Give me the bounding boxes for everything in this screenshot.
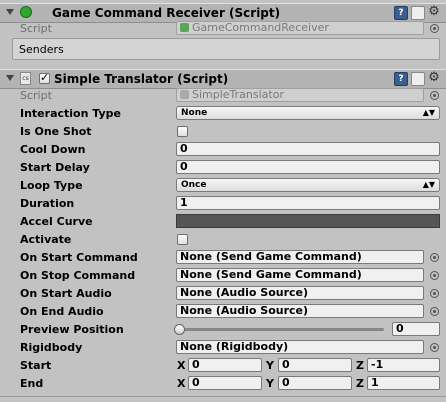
translator-header[interactable]: cs ✓ Simple Translator (Script) ? ⚙ [0, 69, 446, 89]
script-asset-icon [180, 23, 189, 32]
divider [0, 396, 446, 397]
on-end-audio-label: On End Audio [20, 305, 104, 318]
x-axis-label: X [177, 359, 186, 372]
script-field[interactable]: GameCommandReceiver [176, 21, 424, 35]
loop-type-label: Loop Type [20, 179, 83, 192]
presets-icon[interactable] [411, 72, 425, 86]
foldout-arrow-icon[interactable] [6, 75, 14, 81]
loop-type-dropdown[interactable]: Once ▲▼ [176, 178, 440, 192]
on-start-audio-label: On Start Audio [20, 287, 112, 300]
script-value: SimpleTranslator [192, 88, 284, 101]
duration-label: Duration [20, 197, 75, 210]
gear-icon[interactable]: ⚙ [428, 71, 440, 84]
presets-icon[interactable] [411, 6, 425, 20]
script-value: GameCommandReceiver [192, 21, 329, 34]
start-label: Start [20, 359, 52, 372]
preview-position-field[interactable]: 0 [392, 322, 440, 336]
object-picker-icon[interactable] [430, 91, 439, 100]
start-y-field[interactable]: 0 [278, 358, 352, 372]
help-icon[interactable]: ? [394, 6, 408, 20]
receiver-title: Game Command Receiver (Script) [52, 6, 281, 20]
interaction-type-value: None [181, 108, 208, 118]
receiver-header[interactable]: Game Command Receiver (Script) ? ⚙ [0, 3, 446, 23]
on-stop-command-field[interactable]: None (Send Game Command) [176, 268, 424, 282]
is-one-shot-label: Is One Shot [20, 125, 92, 138]
z-axis-label: Z [356, 359, 364, 372]
slider-thumb[interactable] [174, 324, 185, 335]
start-z-field[interactable]: -1 [367, 358, 440, 372]
translator-title: Simple Translator (Script) [54, 72, 229, 86]
component-enabled-icon[interactable] [20, 6, 32, 18]
object-picker-icon[interactable] [430, 253, 439, 262]
object-picker-icon[interactable] [430, 24, 439, 33]
accel-curve-label: Accel Curve [20, 215, 93, 228]
script-field[interactable]: SimpleTranslator [176, 88, 424, 102]
script-label: Script [20, 89, 52, 102]
y-axis-label: Y [266, 359, 274, 372]
script-label: Script [20, 22, 52, 35]
help-icon[interactable]: ? [394, 72, 408, 86]
on-start-command-field[interactable]: None (Send Game Command) [176, 250, 424, 264]
activate-checkbox[interactable] [177, 234, 188, 245]
dropdown-arrow-icon: ▲▼ [422, 180, 435, 189]
cool-down-field[interactable]: 0 [176, 142, 440, 156]
x-axis-label: X [177, 377, 186, 390]
start-delay-field[interactable]: 0 [176, 160, 440, 174]
object-picker-icon[interactable] [430, 343, 439, 352]
duration-field[interactable]: 1 [176, 196, 440, 210]
script-file-icon: cs [20, 72, 31, 85]
dropdown-arrow-icon: ▲▼ [422, 108, 435, 117]
loop-type-value: Once [181, 180, 207, 190]
object-picker-icon[interactable] [430, 307, 439, 316]
preview-position-slider[interactable] [180, 328, 384, 331]
y-axis-label: Y [266, 377, 274, 390]
rigidbody-label: Rigidbody [20, 341, 83, 354]
start-delay-label: Start Delay [20, 161, 90, 174]
end-z-field[interactable]: 1 [367, 376, 440, 390]
on-end-audio-field[interactable]: None (Audio Source) [176, 304, 424, 318]
gear-icon[interactable]: ⚙ [428, 5, 440, 18]
foldout-arrow-icon[interactable] [6, 9, 14, 15]
object-picker-icon[interactable] [430, 271, 439, 280]
checkmark-icon: ✓ [40, 71, 50, 84]
end-y-field[interactable]: 0 [278, 376, 352, 390]
interaction-type-label: Interaction Type [20, 107, 121, 120]
senders-label: Senders [19, 43, 64, 56]
script-asset-icon [180, 90, 189, 99]
start-x-field[interactable]: 0 [188, 358, 262, 372]
interaction-type-dropdown[interactable]: None ▲▼ [176, 106, 440, 120]
end-x-field[interactable]: 0 [188, 376, 262, 390]
on-start-command-label: On Start Command [20, 251, 138, 264]
preview-position-label: Preview Position [20, 323, 124, 336]
on-start-audio-field[interactable]: None (Audio Source) [176, 286, 424, 300]
end-label: End [20, 377, 44, 390]
rigidbody-field[interactable]: None (Rigidbody) [176, 340, 424, 354]
component-enabled-checkbox[interactable]: ✓ [39, 71, 50, 84]
cool-down-label: Cool Down [20, 143, 86, 156]
object-picker-icon[interactable] [430, 289, 439, 298]
activate-label: Activate [20, 233, 72, 246]
senders-list[interactable]: Senders [12, 38, 440, 60]
z-axis-label: Z [356, 377, 364, 390]
accel-curve-field[interactable] [176, 214, 440, 228]
on-stop-command-label: On Stop Command [20, 269, 136, 282]
is-one-shot-checkbox[interactable] [177, 126, 188, 137]
